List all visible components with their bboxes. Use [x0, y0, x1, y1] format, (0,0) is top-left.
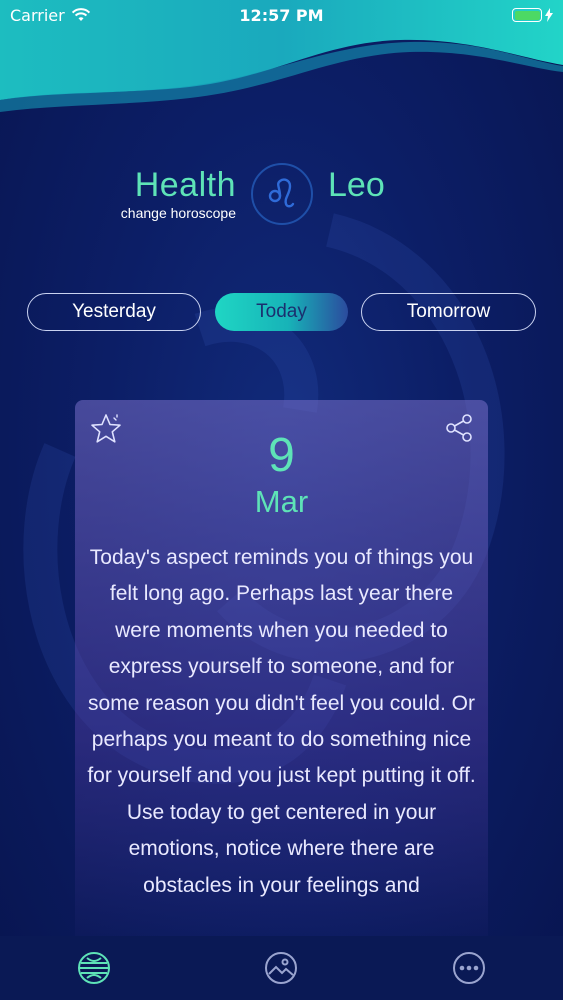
tab-yesterday[interactable]: Yesterday	[27, 293, 201, 331]
tab-tomorrow[interactable]: Tomorrow	[361, 293, 536, 331]
more-icon[interactable]	[451, 950, 487, 986]
tab-bar	[0, 936, 563, 1000]
tab-today[interactable]: Today	[215, 293, 348, 331]
change-horoscope-link[interactable]: change horoscope	[121, 205, 236, 221]
sign-name: Leo	[328, 166, 385, 204]
leo-zodiac-icon[interactable]	[251, 163, 313, 225]
category-title: Health	[134, 166, 236, 204]
horoscope-header: Health change horoscope Leo	[0, 160, 563, 230]
horoscope-text: Today's aspect reminds you of things you…	[87, 546, 476, 897]
image-icon[interactable]	[263, 950, 299, 986]
card-day: 9	[268, 429, 295, 482]
card-month: Mar	[254, 484, 309, 519]
status-time: 12:57 PM	[239, 6, 324, 25]
horoscope-card: 9 Mar Today's aspect reminds you of thin…	[75, 400, 488, 960]
globe-icon[interactable]	[76, 950, 112, 986]
status-bar: Carrier 12:57 PM	[0, 0, 563, 30]
day-tabs: Yesterday Today Tomorrow	[27, 293, 536, 331]
